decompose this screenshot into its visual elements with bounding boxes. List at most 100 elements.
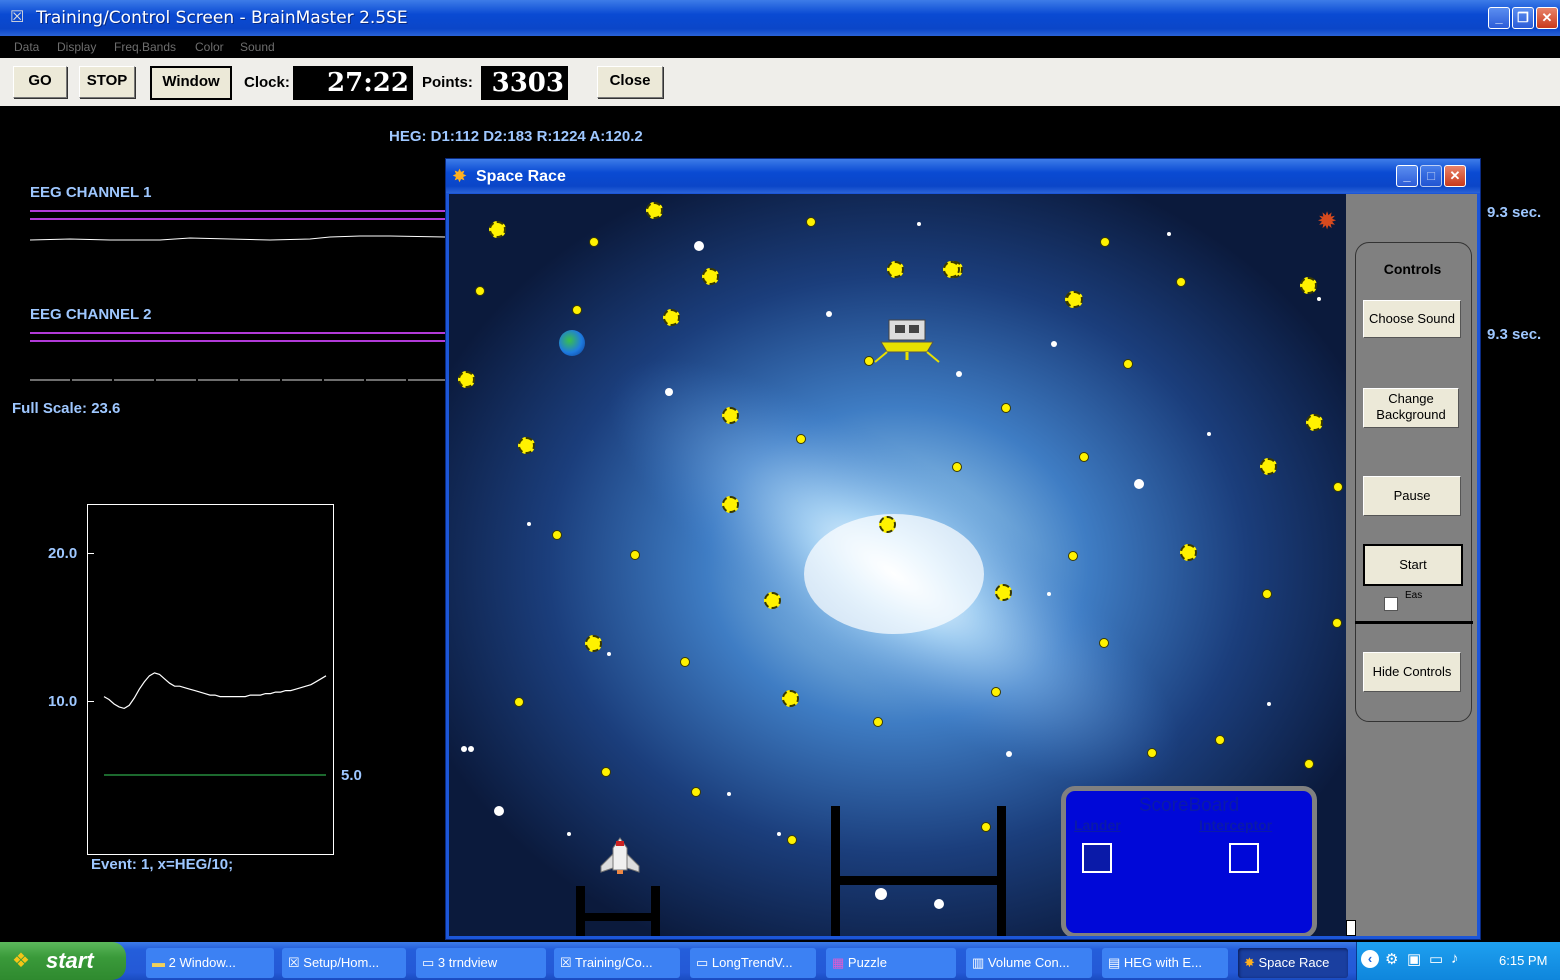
taskbar-item-windows[interactable]: ▬ 2 Window...: [146, 948, 274, 978]
main-title-bar[interactable]: ☒ Training/Control Screen - BrainMaster …: [0, 0, 1560, 36]
close-window-icon[interactable]: ✕: [1536, 7, 1558, 29]
space-race-app-icon: ✸: [452, 166, 468, 186]
coin-icon: [879, 516, 896, 533]
coin-icon: [585, 635, 602, 652]
space-race-window: ✸ Space Race _ □ ✕ ✹ ScoreBoard Lander I…: [445, 158, 1481, 940]
space-playfield[interactable]: ✹ ScoreBoard Lander Interceptor: [449, 194, 1346, 936]
taskbar-label: 2 Window...: [168, 955, 236, 970]
taskbar-item-puzzle[interactable]: ▦ Puzzle: [826, 948, 956, 978]
coin-icon: [1300, 277, 1317, 294]
close-button[interactable]: Close: [597, 66, 663, 98]
resize-grip-icon[interactable]: [1346, 920, 1356, 936]
space-race-app-icon: ✸: [1244, 955, 1259, 970]
scoreboard-lander-label: Lander: [1074, 817, 1121, 833]
start-button[interactable]: Start: [1363, 544, 1463, 586]
large-landing-pad: [831, 806, 1006, 936]
small-coin-icon: [806, 217, 816, 227]
taskbar-item-longtrend[interactable]: ▭ LongTrendV...: [690, 948, 816, 978]
pause-button[interactable]: Pause: [1363, 476, 1461, 516]
space-race-close-icon[interactable]: ✕: [1444, 165, 1466, 187]
coin-icon: [887, 261, 904, 278]
stop-button[interactable]: STOP: [79, 66, 135, 98]
tray-clock: 6:15 PM: [1499, 953, 1548, 968]
taskbar: ❖ start ▬ 2 Window... ☒ Setup/Hom... ▭ 3…: [0, 942, 1560, 980]
menu-display[interactable]: Display: [57, 40, 96, 54]
trend-line-heg: [103, 672, 327, 710]
puzzle-icon: ▦: [832, 955, 848, 970]
coin-icon: [722, 496, 739, 513]
small-coin-icon: [1215, 735, 1225, 745]
tray-monitor-icon[interactable]: ▭: [1429, 950, 1443, 968]
coin-icon: [1180, 544, 1197, 561]
eeg-channel-2-time: 9.3 sec.: [1487, 326, 1542, 343]
trend-event-text: Event: 1, x=HEG/10;: [91, 856, 234, 873]
menu-freq-bands[interactable]: Freq.Bands: [114, 40, 176, 54]
lander-score-box: [1082, 843, 1112, 873]
tray-display-icon[interactable]: ▣: [1407, 950, 1421, 968]
tray-expand-icon[interactable]: ‹: [1361, 950, 1379, 968]
start-button[interactable]: ❖ start: [0, 942, 126, 980]
coin-icon: [702, 268, 719, 285]
small-coin-icon: [691, 787, 701, 797]
eeg-channel-1-trace: [30, 235, 445, 241]
eeg-channel-1-time: 9.3 sec.: [1487, 204, 1542, 221]
choose-sound-button[interactable]: Choose Sound: [1363, 300, 1461, 338]
taskbar-item-space-race[interactable]: ✸ Space Race: [1238, 948, 1348, 978]
small-coin-icon: [1079, 452, 1089, 462]
small-coin-icon: [1100, 237, 1110, 247]
small-coin-icon: [1123, 359, 1133, 369]
coin-icon: [995, 584, 1012, 601]
eeg-channel-2-trace: [30, 379, 445, 381]
earth-icon: [559, 330, 585, 356]
points-label: Points:: [422, 74, 473, 91]
controls-divider: [1355, 621, 1473, 624]
small-coin-icon: [552, 530, 562, 540]
trend-y-top-label: 20.0: [48, 545, 78, 562]
taskbar-item-setup[interactable]: ☒ Setup/Hom...: [282, 948, 406, 978]
small-coin-icon: [1147, 748, 1157, 758]
taskbar-item-training[interactable]: ☒ Training/Co...: [554, 948, 680, 978]
menu-data[interactable]: Data: [14, 40, 39, 54]
easy-checkbox[interactable]: [1384, 597, 1398, 611]
tray-volume-icon[interactable]: ♪: [1451, 950, 1459, 967]
coin-icon: [782, 690, 799, 707]
taskbar-item-heg[interactable]: ▤ HEG with E...: [1102, 948, 1228, 978]
small-coin-icon: [873, 717, 883, 727]
window-icon: ▭: [422, 955, 438, 970]
small-coin-icon: [680, 657, 690, 667]
change-background-button[interactable]: Change Background: [1363, 388, 1459, 428]
space-race-title-bar[interactable]: ✸ Space Race _ □ ✕: [446, 159, 1480, 193]
window-button[interactable]: Window: [150, 66, 232, 100]
coin-icon: [518, 437, 535, 454]
eeg-channel-2-label: EEG CHANNEL 2: [30, 306, 152, 323]
interceptor-score-box: [1229, 843, 1259, 873]
menu-color[interactable]: Color: [195, 40, 224, 54]
taskbar-item-trndview[interactable]: ▭ 3 trndview: [416, 948, 546, 978]
window-icon: ▭: [696, 955, 712, 970]
eeg-channel-1-band: [30, 210, 445, 220]
taskbar-label: LongTrendV...: [711, 955, 793, 970]
small-coin-icon: [1001, 403, 1011, 413]
hide-controls-button[interactable]: Hide Controls: [1363, 652, 1461, 692]
space-race-minimize-icon[interactable]: _: [1396, 165, 1418, 187]
taskbar-label: Training/Co...: [575, 955, 653, 970]
clock-label: Clock:: [244, 74, 290, 91]
go-button[interactable]: GO: [13, 66, 67, 98]
small-coin-icon: [952, 462, 962, 472]
taskbar-label: HEG with E...: [1123, 955, 1202, 970]
small-coin-icon: [1068, 551, 1078, 561]
restore-icon[interactable]: ❐: [1512, 7, 1534, 29]
menu-sound[interactable]: Sound: [240, 40, 275, 54]
start-label: start: [46, 948, 94, 973]
tray-network-icon[interactable]: ⚙: [1385, 950, 1398, 968]
coin-icon: [943, 261, 960, 278]
coin-icon: [663, 309, 680, 326]
coin-icon: [722, 407, 739, 424]
small-coin-icon: [572, 305, 582, 315]
space-race-maximize-icon[interactable]: □: [1420, 165, 1442, 187]
minimize-icon[interactable]: _: [1488, 7, 1510, 29]
small-coin-icon: [1099, 638, 1109, 648]
taskbar-label: Puzzle: [847, 955, 887, 970]
taskbar-item-volume[interactable]: ▥ Volume Con...: [966, 948, 1092, 978]
small-coin-icon: [514, 697, 524, 707]
